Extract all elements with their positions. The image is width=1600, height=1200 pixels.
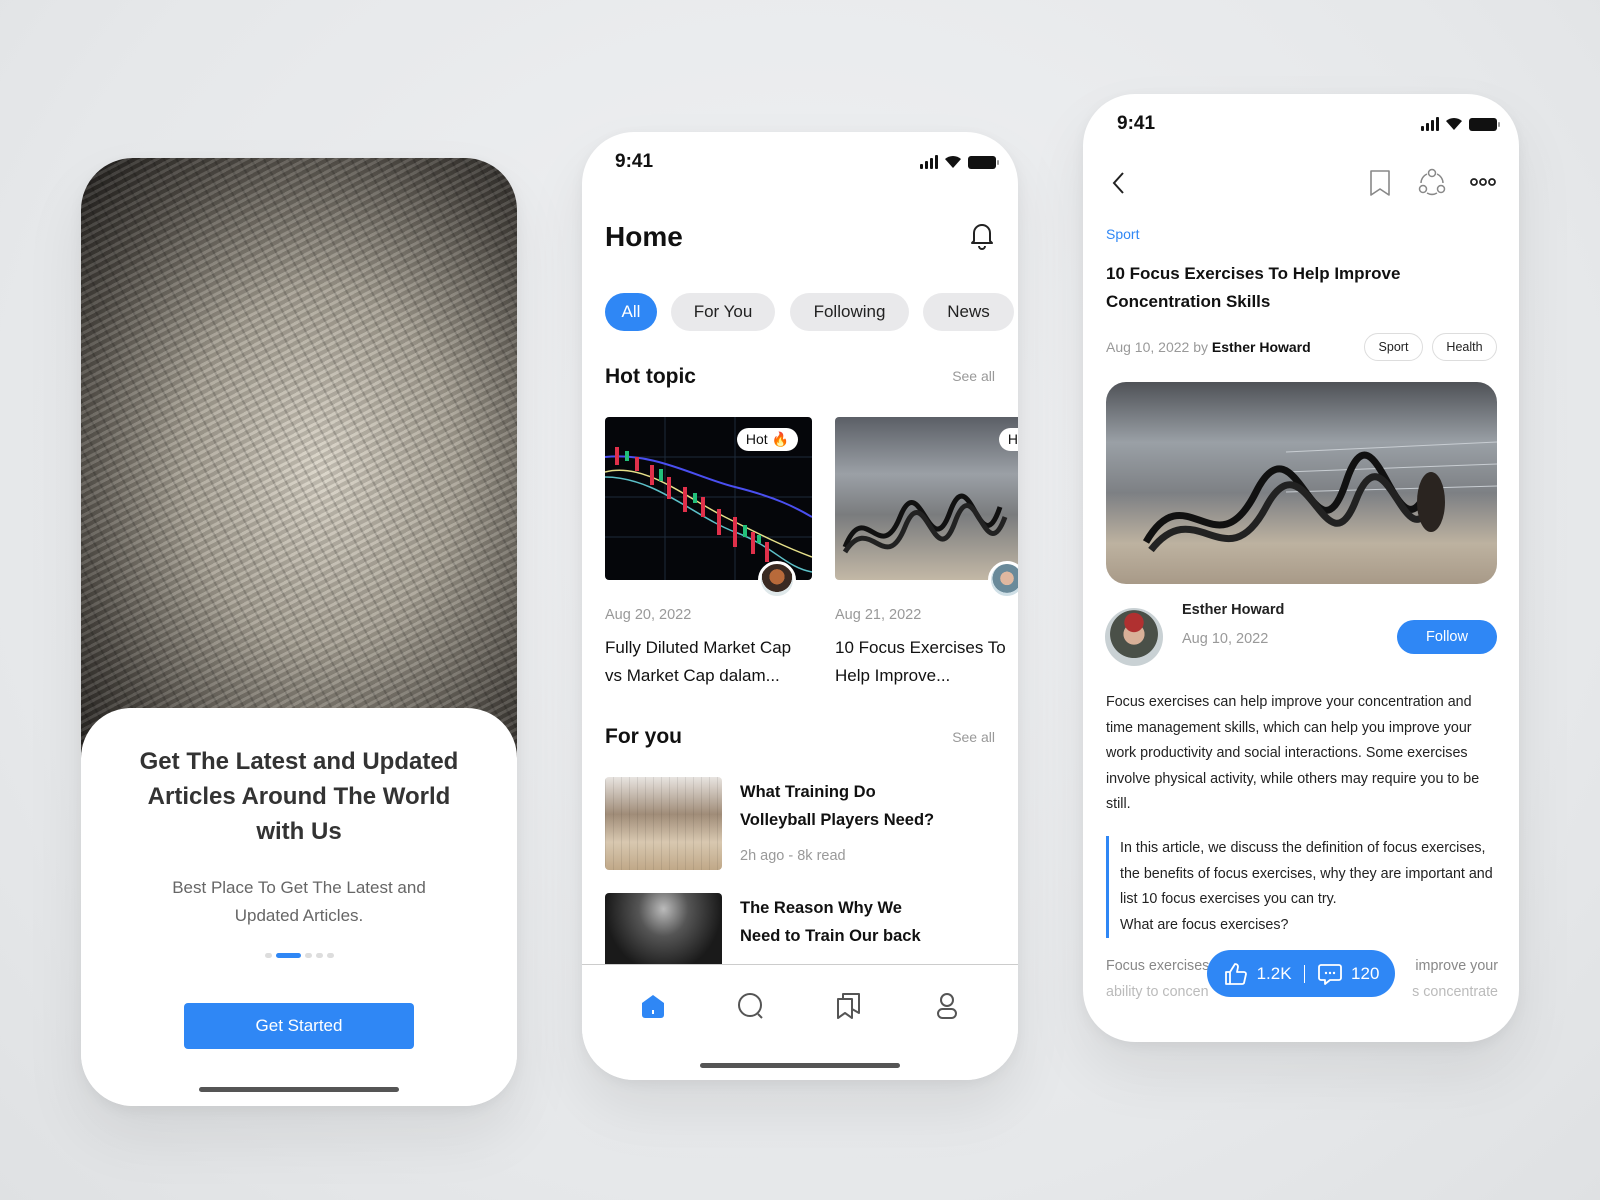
article-body: Focus exercises can help improve your co… — [1106, 694, 1480, 812]
title-line: The Reason Why We — [740, 899, 902, 917]
quote-question: What are focus exercises? — [1120, 916, 1289, 933]
onboarding-screen: Get The Latest and Updated Articles Arou… — [81, 158, 517, 1106]
faded-text: improve your — [1415, 958, 1498, 974]
for-you-item-title[interactable]: The Reason Why We Need to Train Our back — [740, 894, 921, 950]
newspaper-hero-image — [81, 158, 517, 778]
tag-sport[interactable]: Sport — [1364, 333, 1423, 361]
home-screen: 9:41 Home All For You Following News Hot… — [582, 132, 1018, 1080]
article-hero-image — [1106, 382, 1497, 584]
page-dot-active — [275, 953, 301, 958]
title-line: Concentration Skills — [1106, 292, 1271, 311]
tab-news[interactable]: News — [923, 293, 1014, 331]
page-dot — [264, 953, 272, 958]
follow-button[interactable]: Follow — [1397, 620, 1497, 654]
author-avatar[interactable] — [1105, 608, 1163, 666]
article-category[interactable]: Sport — [1106, 226, 1139, 242]
hot-topic-see-all[interactable]: See all — [952, 368, 995, 384]
wifi-icon — [1446, 117, 1462, 130]
battery-icon — [1469, 117, 1500, 131]
article-title: 10 Focus Exercises To Help Improve Conce… — [1106, 260, 1400, 316]
hot-card-date: Aug 20, 2022 — [605, 607, 692, 623]
article-author[interactable]: Esther Howard — [1212, 339, 1311, 355]
status-icons — [920, 155, 999, 169]
hot-topic-card-image[interactable]: Hot 🔥 — [605, 417, 812, 580]
title-line: Volleyball Players Need? — [740, 811, 935, 829]
divider — [1303, 964, 1306, 983]
volleyball-thumbnail[interactable] — [605, 777, 722, 870]
for-you-item-title[interactable]: What Training Do Volleyball Players Need… — [740, 778, 934, 834]
onboarding-card: Get The Latest and Updated Articles Arou… — [81, 708, 517, 1106]
title-line: Fully Diluted Market Cap — [605, 638, 792, 657]
faded-text: s concentrate — [1412, 983, 1498, 1000]
page-dot — [326, 953, 334, 958]
onboarding-title: Get The Latest and Updated Articles Arou… — [139, 748, 459, 845]
author-avatar — [988, 561, 1018, 599]
article-quote: In this article, we discuss the definiti… — [1106, 836, 1498, 938]
bell-icon[interactable] — [968, 220, 996, 250]
battle-rope-image — [842, 493, 1008, 554]
battery-icon — [968, 155, 999, 169]
for-you-see-all[interactable]: See all — [952, 729, 995, 745]
for-you-heading: For you — [605, 725, 682, 748]
home-indicator — [700, 1063, 900, 1068]
article-screen: 9:41 Sport 10 Focus Exercises To Help Im… — [1083, 94, 1519, 1042]
hot-topic-card-image[interactable]: Hot 🔥 — [835, 417, 1018, 580]
by-label: by — [1193, 339, 1208, 355]
hot-card-date: Aug 21, 2022 — [835, 607, 922, 623]
search-icon[interactable] — [735, 990, 767, 1022]
profile-icon[interactable] — [931, 990, 963, 1022]
hot-badge: Hot 🔥 — [736, 428, 798, 451]
article-date: Aug 10, 2022 — [1106, 339, 1190, 355]
author-date: Aug 10, 2022 — [1182, 631, 1269, 647]
like-icon[interactable] — [1223, 961, 1249, 987]
comment-icon[interactable] — [1317, 961, 1343, 987]
faded-text: Focus exercises — [1106, 958, 1210, 974]
title-line: Need to Train Our back — [740, 927, 921, 945]
title-line: Help Improve... — [835, 666, 951, 685]
page-dot — [304, 953, 312, 958]
tab-all[interactable]: All — [605, 293, 657, 331]
like-count: 1.2K — [1256, 963, 1292, 983]
faded-text: ability to concen — [1106, 983, 1209, 1000]
back-training-thumbnail[interactable] — [605, 893, 722, 973]
author-name[interactable]: Esther Howard — [1182, 602, 1284, 618]
hot-card-title[interactable]: 10 Focus Exercises To Help Improve... — [835, 634, 1018, 690]
status-time: 9:41 — [615, 151, 654, 172]
page-indicator — [81, 953, 517, 958]
share-icon[interactable] — [1418, 168, 1446, 196]
bookmarks-icon[interactable] — [833, 990, 865, 1022]
page-title: Home — [605, 221, 683, 252]
more-icon[interactable] — [1470, 176, 1496, 188]
for-you-item-meta: 2h ago - 8k read — [740, 848, 846, 864]
bookmark-icon[interactable] — [1368, 169, 1392, 197]
quote-text: In this article, we discuss the definiti… — [1120, 840, 1493, 907]
comment-count: 120 — [1351, 963, 1380, 983]
title-line: vs Market Cap dalam... — [605, 666, 780, 685]
hot-card-title[interactable]: Fully Diluted Market Cap vs Market Cap d… — [605, 634, 820, 690]
hot-badge: Hot 🔥 — [998, 428, 1018, 451]
status-time: 9:41 — [1117, 113, 1156, 134]
title-line: What Training Do — [740, 783, 876, 801]
author-avatar — [758, 561, 796, 599]
tab-for-you[interactable]: For You — [671, 293, 775, 331]
bottom-nav — [582, 964, 1018, 1080]
wifi-icon — [945, 155, 961, 168]
tab-following[interactable]: Following — [790, 293, 909, 331]
article-meta: Aug 10, 2022 by Esther Howard — [1106, 339, 1311, 355]
status-icons — [1421, 117, 1500, 131]
reaction-pill: 1.2K 120 — [1207, 950, 1395, 997]
title-line: 10 Focus Exercises To — [835, 638, 1006, 657]
battle-rope-image — [1142, 441, 1497, 553]
onboarding-subtitle: Best Place To Get The Latest and Updated… — [172, 878, 426, 925]
home-indicator — [199, 1087, 399, 1092]
back-icon[interactable] — [1109, 170, 1129, 196]
home-icon[interactable] — [637, 990, 669, 1022]
page-dot — [315, 953, 323, 958]
title-line: 10 Focus Exercises To Help Improve — [1106, 264, 1401, 283]
hot-topic-heading: Hot topic — [605, 365, 696, 388]
get-started-button[interactable]: Get Started — [184, 1003, 414, 1049]
tag-health[interactable]: Health — [1432, 333, 1497, 361]
signal-icon — [920, 155, 938, 169]
signal-icon — [1421, 117, 1439, 131]
